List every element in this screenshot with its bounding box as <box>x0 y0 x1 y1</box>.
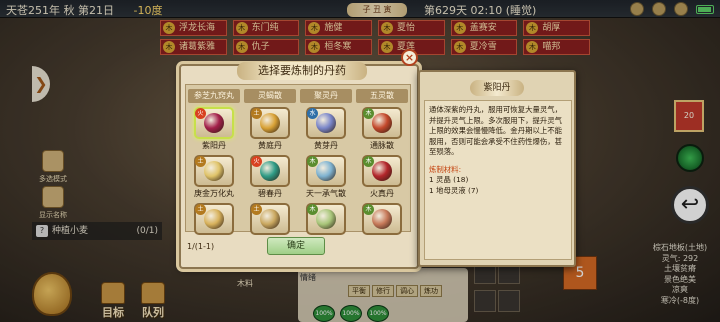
element-badge-icon: 木 <box>307 156 318 167</box>
category-label[interactable]: 五灵散 <box>356 89 408 103</box>
pill-item[interactable]: 火紫阳丹 <box>188 107 240 151</box>
pill-name: 紫阳丹 <box>202 141 226 150</box>
pill-icon <box>372 161 392 181</box>
element-badge-icon: 木 <box>363 108 374 119</box>
pill-icon <box>316 209 336 229</box>
pill-icon <box>204 113 224 133</box>
pill-icon <box>316 113 336 133</box>
pill-item[interactable]: 土庚金万化丸 <box>188 155 240 199</box>
pill-item[interactable]: 土 <box>188 203 240 247</box>
material-line: 1 灵晶 (18) <box>429 174 469 184</box>
pill-name <box>356 236 408 247</box>
element-badge-icon: 土 <box>195 156 206 167</box>
pill-icon <box>316 161 336 181</box>
pill-icon <box>204 161 224 181</box>
pill-name: 天一承气散 <box>306 189 346 198</box>
confirm-button[interactable]: 确定 <box>267 237 325 255</box>
pill-icon <box>204 209 224 229</box>
element-badge-icon: 土 <box>195 204 206 215</box>
materials-heading: 炼制材料: <box>429 164 462 174</box>
pill-icon <box>260 209 280 229</box>
pill-icon <box>372 209 392 229</box>
category-label[interactable]: 参芝九窍丸 <box>188 89 240 103</box>
pill-name: 黄庭丹 <box>258 141 282 150</box>
detail-box: 通体深紫的丹丸，服用可恢复大量灵气，并提升灵气上限。多次服用下，提升灵气上限的效… <box>424 100 572 260</box>
pill-item[interactable]: 土黄庭丹 <box>244 107 296 151</box>
element-badge-icon: 火 <box>251 156 262 167</box>
element-badge-icon: 木 <box>307 204 318 215</box>
pill-name: 庚金万化丸 <box>194 189 234 198</box>
pill-name: 火真丹 <box>370 189 394 198</box>
category-label[interactable]: 灵蝎散 <box>244 89 296 103</box>
pill-name: 通脉散 <box>370 141 394 150</box>
element-badge-icon: 土 <box>251 204 262 215</box>
element-badge-icon: 土 <box>251 108 262 119</box>
element-badge-icon: 火 <box>195 108 206 119</box>
dialog-title: 选择要炼制的丹药 <box>237 62 367 80</box>
pill-icon <box>260 113 280 133</box>
category-label[interactable]: 聚灵丹 <box>300 89 352 103</box>
close-icon[interactable]: × <box>401 49 418 66</box>
pill-icon <box>372 113 392 133</box>
pill-icon <box>260 161 280 181</box>
pill-name: 碧春丹 <box>258 189 282 198</box>
pill-item[interactable]: 水黄芽丹 <box>300 107 352 151</box>
pill-item[interactable]: 木火真丹 <box>356 155 408 199</box>
category-row: 参芝九窍丸 灵蝎散 聚灵丹 五灵散 <box>188 89 408 103</box>
pill-description: 通体深紫的丹丸，服用可恢复大量灵气，并提升灵气上限。多次服用下，提升灵气上限的效… <box>429 105 563 157</box>
element-badge-icon: 水 <box>307 108 318 119</box>
page-indicator: 1/(1-1) <box>187 242 215 251</box>
pill-item[interactable]: 木 <box>356 203 408 247</box>
detail-title: 紫阳丹 <box>470 80 524 96</box>
element-badge-icon: 木 <box>363 156 374 167</box>
material-line: 1 地母灵液 (7) <box>429 185 479 195</box>
pill-item[interactable]: 木天一承气散 <box>300 155 352 199</box>
element-badge-icon: 木 <box>363 204 374 215</box>
pill-name: 黄芽丹 <box>314 141 338 150</box>
pill-item[interactable]: 木通脉散 <box>356 107 408 151</box>
pill-item[interactable]: 火碧春丹 <box>244 155 296 199</box>
